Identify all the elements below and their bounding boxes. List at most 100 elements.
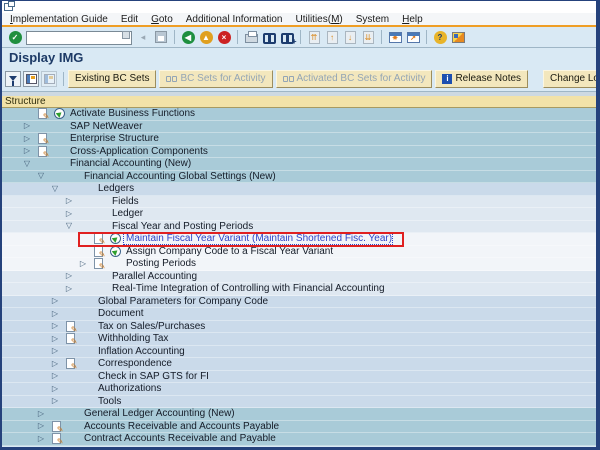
tree-item-label[interactable]: Correspondence (96, 358, 172, 369)
menu-item-additional-information[interactable]: Additional Information (186, 14, 283, 25)
page-down-icon[interactable]: ↓ (342, 29, 358, 45)
tree-row[interactable]: Assign Company Code to a Fiscal Year Var… (2, 246, 596, 259)
documentation-icon[interactable] (90, 233, 106, 244)
change-log-button[interactable]: Change Log (543, 70, 600, 88)
expanded-arrow-icon[interactable]: ▽ (48, 184, 62, 194)
collapsed-arrow-icon[interactable]: ▷ (48, 384, 62, 394)
page-up-icon[interactable]: ↑ (324, 29, 340, 45)
exit-icon[interactable]: ▲ (198, 29, 214, 45)
tree-row[interactable]: ▷Accounts Receivable and Accounts Payabl… (2, 421, 596, 434)
position-in-structure-icon[interactable] (23, 71, 39, 87)
collapsed-arrow-icon[interactable]: ▷ (48, 321, 62, 331)
collapsed-arrow-icon[interactable]: ▷ (34, 434, 48, 444)
tree-item-label[interactable]: Parallel Accounting (110, 271, 197, 282)
existing-bc-sets-button[interactable]: Existing BC Sets (68, 70, 156, 88)
collapsed-arrow-icon[interactable]: ▷ (48, 296, 62, 306)
tree-row[interactable]: ▷ Posting Periods (2, 258, 596, 271)
collapsed-arrow-icon[interactable]: ▷ (48, 396, 62, 406)
collapsed-arrow-icon[interactable]: ▷ (62, 284, 76, 294)
cancel-icon[interactable]: × (216, 29, 232, 45)
find-icon[interactable] (261, 29, 277, 45)
tree-row[interactable]: ▷Contract Accounts Receivable and Payabl… (2, 433, 596, 446)
tree-row[interactable]: ▷ Check in SAP GTS for FI (2, 371, 596, 384)
collapsed-arrow-icon[interactable]: ▷ (48, 359, 62, 369)
enter-icon[interactable]: ✓ (7, 29, 23, 45)
expanded-arrow-icon[interactable]: ▽ (34, 171, 48, 181)
filter-icon[interactable] (5, 71, 21, 87)
tree-row[interactable]: ▷ Tax on Sales/Purchases (2, 321, 596, 334)
tree-item-label[interactable]: Inflation Accounting (96, 346, 185, 357)
tree-row[interactable]: ▷SAP NetWeaver (2, 121, 596, 134)
tree-item-label[interactable]: Maintain Fiscal Year Variant (Maintain S… (124, 233, 392, 244)
documentation-icon[interactable] (34, 146, 50, 157)
tree-row[interactable]: ▷ Ledger (2, 208, 596, 221)
tree-item-label[interactable]: Document (96, 308, 144, 319)
tree-item-label[interactable]: Financial Accounting (New) (68, 158, 191, 169)
documentation-icon[interactable] (34, 108, 50, 119)
menu-item-utilities-m-[interactable]: Utilities(M) (296, 14, 343, 25)
tree-row[interactable]: ▷ Tools (2, 396, 596, 409)
tree-item-label[interactable]: Ledger (110, 208, 143, 219)
tree-item-label[interactable]: Assign Company Code to a Fiscal Year Var… (124, 246, 333, 257)
create-shortcut-icon[interactable]: ↗ (405, 29, 421, 45)
documentation-icon[interactable] (34, 133, 50, 144)
tree-row[interactable]: ▷Document (2, 308, 596, 321)
menu-item-system[interactable]: System (356, 14, 389, 25)
collapsed-arrow-icon[interactable]: ▷ (48, 346, 62, 356)
collapsed-arrow-icon[interactable]: ▷ (20, 134, 34, 144)
tree-row[interactable]: ▽Fiscal Year and Posting Periods (2, 221, 596, 234)
save-icon[interactable] (153, 29, 169, 45)
tree-item-label[interactable]: Authorizations (96, 383, 161, 394)
img-activity-icon[interactable] (50, 108, 68, 119)
tree-row[interactable]: ▷Withholding Tax (2, 333, 596, 346)
tree-item-label[interactable]: Check in SAP GTS for FI (96, 371, 209, 382)
print-icon[interactable] (243, 29, 259, 45)
documentation-icon[interactable] (62, 321, 78, 332)
release-notes-button[interactable]: iRelease Notes (435, 70, 528, 88)
tree-item-label[interactable]: Financial Accounting Global Settings (Ne… (82, 171, 276, 182)
tree-item-label[interactable]: Fields (110, 196, 139, 207)
back-icon[interactable]: ◀ (180, 29, 196, 45)
menu-item-goto[interactable]: Goto (151, 14, 173, 25)
collapsed-arrow-icon[interactable]: ▷ (62, 209, 76, 219)
tree-item-label[interactable]: Tools (96, 396, 121, 407)
documentation-icon[interactable] (62, 333, 78, 344)
tree-item-label[interactable]: Activate Business Functions (68, 108, 195, 119)
new-session-icon[interactable]: ✷ (387, 29, 403, 45)
documentation-icon[interactable] (62, 358, 78, 369)
collapsed-arrow-icon[interactable]: ▷ (48, 334, 62, 344)
first-page-icon[interactable]: ⇈ (306, 29, 322, 45)
tree-row[interactable]: ▷General Ledger Accounting (New) (2, 408, 596, 421)
collapsed-arrow-icon[interactable]: ▷ (62, 196, 76, 206)
tree-item-label[interactable]: Posting Periods (124, 258, 196, 269)
collapsed-arrow-icon[interactable]: ▷ (62, 271, 76, 281)
img-activity-icon[interactable] (106, 246, 124, 257)
find-next-icon[interactable]: + (279, 29, 295, 45)
tree-row[interactable]: ▽ Financial Accounting (New) (2, 158, 596, 171)
tree-item-label[interactable]: Global Parameters for Company Code (96, 296, 268, 307)
menu-item-edit[interactable]: Edit (121, 14, 138, 25)
collapsed-arrow-icon[interactable]: ▷ (76, 259, 90, 269)
tree-row[interactable]: Activate Business Functions (2, 108, 596, 121)
collapsed-arrow-icon[interactable]: ▷ (20, 146, 34, 156)
command-list-icon[interactable] (122, 31, 130, 39)
tree-row[interactable]: ▷Cross-Application Components (2, 146, 596, 159)
tree-row[interactable]: ▽ Financial Accounting Global Settings (N… (2, 171, 596, 184)
menu-item-implementation-guide[interactable]: Implementation Guide (10, 14, 108, 25)
tree-item-label[interactable]: Tax on Sales/Purchases (96, 321, 205, 332)
documentation-icon[interactable] (48, 433, 64, 444)
tree-row[interactable]: ▷Real-Time Integration of Controlling wi… (2, 283, 596, 296)
tree-item-label[interactable]: Accounts Receivable and Accounts Payable (82, 421, 279, 432)
command-history-icon[interactable]: ◂ (135, 29, 151, 45)
tree-item-label[interactable]: Ledgers (96, 183, 134, 194)
tree-row[interactable]: ▷ Parallel Accounting (2, 271, 596, 284)
tree-row[interactable]: Maintain Fiscal Year Variant (Maintain S… (2, 233, 596, 246)
help-icon[interactable]: ? (432, 29, 448, 45)
last-page-icon[interactable]: ⇊ (360, 29, 376, 45)
collapsed-arrow-icon[interactable]: ▷ (48, 371, 62, 381)
collapsed-arrow-icon[interactable]: ▷ (20, 121, 34, 131)
collapsed-arrow-icon[interactable]: ▷ (34, 409, 48, 419)
tree-row[interactable]: ▷ Authorizations (2, 383, 596, 396)
expanded-arrow-icon[interactable]: ▽ (20, 159, 34, 169)
tree-row[interactable]: ▷ Inflation Accounting (2, 346, 596, 359)
